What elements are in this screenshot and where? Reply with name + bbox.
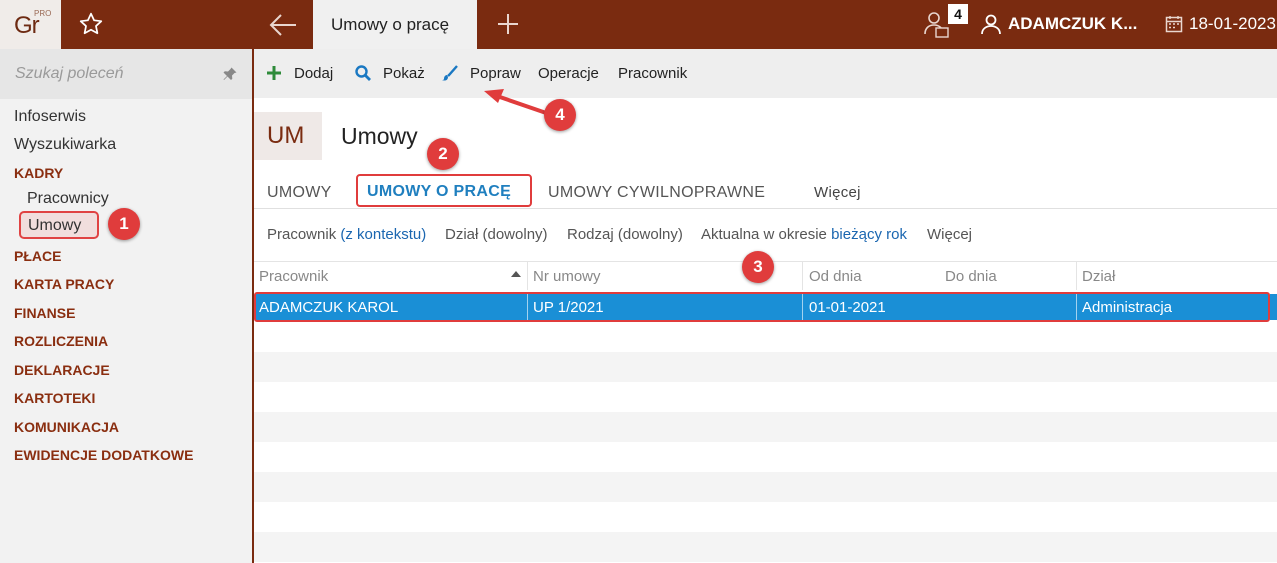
sidebar-section-karta-pracy[interactable]: KARTA PRACY [14, 276, 114, 292]
top-bar: Gr PRO Umowy o pracę 4 ADAMCZUK K... 18-… [0, 0, 1277, 49]
back-arrow-icon[interactable] [268, 12, 298, 38]
contracts-table: Pracownik Nr umowy Od dnia Do dnia Dział… [254, 261, 1277, 563]
sidebar-section-deklaracje[interactable]: DEKLARACJE [14, 362, 110, 378]
filter-label: Pracownik [267, 226, 337, 243]
empty-row [254, 382, 1277, 412]
empty-row [254, 532, 1277, 562]
filter-employee[interactable]: Pracownik (z kontekstu) [267, 226, 426, 243]
sidebar-item-infoserwis[interactable]: Infoserwis [14, 108, 86, 126]
sidebar-section-rozliczenia[interactable]: ROZLICZENIA [14, 333, 108, 349]
new-tab-icon[interactable] [496, 12, 520, 36]
filter-type[interactable]: Rodzaj (dowolny) [567, 226, 683, 243]
empty-row [254, 352, 1277, 382]
column-separator[interactable] [802, 262, 803, 290]
column-header-department[interactable]: Dział [1082, 268, 1115, 285]
filter-value[interactable]: bieżący rok [831, 226, 907, 243]
sidebar-section-finanse[interactable]: FINANSE [14, 305, 75, 321]
sidebar-section-komunikacja[interactable]: KOMUNIKACJA [14, 419, 119, 435]
user-icon[interactable] [980, 13, 1002, 35]
edit-button[interactable]: Popraw [470, 65, 521, 82]
toolbar: Dodaj Pokaż Popraw Operacje Pracownik [254, 49, 1277, 98]
filter-more[interactable]: Więcej [927, 226, 972, 243]
empty-row [254, 322, 1277, 352]
search-placeholder: Szukaj poleceń [15, 65, 124, 82]
module-abbr-badge: UM [254, 112, 322, 160]
user-name[interactable]: ADAMCZUK K... [1008, 14, 1137, 34]
app-logo[interactable]: Gr PRO [0, 0, 61, 49]
calendar-icon[interactable] [1165, 15, 1183, 33]
column-header-employee[interactable]: Pracownik [259, 268, 328, 285]
tab-umowy-o-prace-selected[interactable]: UMOWY O PRACĘ [356, 174, 532, 207]
notification-count-badge: 4 [948, 4, 968, 24]
empty-row [254, 502, 1277, 532]
cell-employee: ADAMCZUK KAROL [259, 299, 399, 316]
command-search-input[interactable]: Szukaj poleceń [0, 49, 252, 99]
filter-value[interactable]: (z kontekstu) [340, 226, 426, 243]
column-separator[interactable] [1076, 262, 1077, 290]
empty-row [254, 442, 1277, 472]
tab-umowy-cywilnoprawne[interactable]: UMOWY CYWILNOPRAWNE [548, 184, 765, 202]
annotation-badge-4: 4 [544, 99, 576, 131]
sidebar-section-kartoteki[interactable]: KARTOTEKI [14, 390, 95, 406]
add-button[interactable]: Dodaj [294, 65, 333, 82]
show-button[interactable]: Pokaż [383, 65, 425, 82]
filter-bar: Pracownik (z kontekstu) Dział (dowolny) … [254, 218, 1277, 252]
employee-button[interactable]: Pracownik [618, 65, 687, 82]
search-icon[interactable] [354, 64, 372, 82]
column-separator[interactable] [527, 262, 528, 290]
cell-separator [527, 294, 528, 320]
sort-ascending-icon[interactable] [511, 271, 521, 277]
sidebar-item-umowy[interactable]: Umowy [19, 211, 99, 239]
sidebar-item-label: Umowy [28, 217, 82, 234]
cell-department: Administracja [1082, 299, 1173, 316]
current-date[interactable]: 18-01-2023 [1189, 14, 1276, 34]
pin-icon[interactable] [222, 66, 238, 82]
column-header-to[interactable]: Do dnia [945, 268, 997, 285]
logo-pro-label: PRO [34, 9, 52, 18]
annotation-badge-2: 2 [427, 138, 459, 170]
module-abbr: UM [267, 122, 305, 149]
tab-label: UMOWY O PRACĘ [367, 183, 512, 200]
sidebar-section-ewidencje-dodatkowe[interactable]: EWIDENCJE DODATKOWE [14, 447, 193, 463]
sidebar: Szukaj poleceń Infoserwis Wyszukiwarka K… [0, 49, 252, 563]
tab-umowy-o-prace[interactable]: Umowy o pracę [313, 0, 477, 49]
cell-number: UP 1/2021 [533, 299, 604, 316]
operations-button[interactable]: Operacje [538, 65, 599, 82]
cell-from: 01-01-2021 [809, 299, 886, 316]
filter-department[interactable]: Dział (dowolny) [445, 226, 548, 243]
annotation-badge-3: 3 [742, 251, 774, 283]
filter-label: Aktualna w okresie [701, 226, 827, 243]
empty-row [254, 412, 1277, 442]
column-header-number[interactable]: Nr umowy [533, 268, 601, 285]
cell-separator [802, 294, 803, 320]
annotation-badge-1: 1 [108, 208, 140, 240]
sidebar-section-kadry[interactable]: KADRY [14, 165, 63, 181]
sidebar-item-wyszukiwarka[interactable]: Wyszukiwarka [14, 136, 116, 154]
sidebar-item-pracownicy[interactable]: Pracownicy [27, 190, 109, 208]
tab-umowy[interactable]: UMOWY [267, 184, 332, 202]
page-title: Umowy [341, 123, 418, 149]
cell-separator [1076, 294, 1077, 320]
filter-period[interactable]: Aktualna w okresie bieżący rok [701, 226, 907, 243]
column-header-from[interactable]: Od dnia [809, 268, 862, 285]
app-window: Gr PRO Umowy o pracę 4 ADAMCZUK K... 18-… [0, 0, 1277, 563]
tab-bar: UMOWY UMOWY O PRACĘ UMOWY CYWILNOPRAWNE … [254, 174, 1277, 209]
brush-icon[interactable] [441, 64, 459, 82]
empty-row [254, 472, 1277, 502]
tab-more[interactable]: Więcej [814, 184, 861, 201]
add-icon[interactable] [265, 64, 283, 82]
tab-label: Umowy o pracę [331, 15, 450, 34]
row-selection-extension [1270, 294, 1277, 320]
star-icon[interactable] [78, 11, 104, 37]
sidebar-section-place[interactable]: PŁACE [14, 248, 61, 264]
table-row[interactable]: ADAMCZUK KAROL UP 1/2021 01-01-2021 Admi… [254, 292, 1270, 322]
